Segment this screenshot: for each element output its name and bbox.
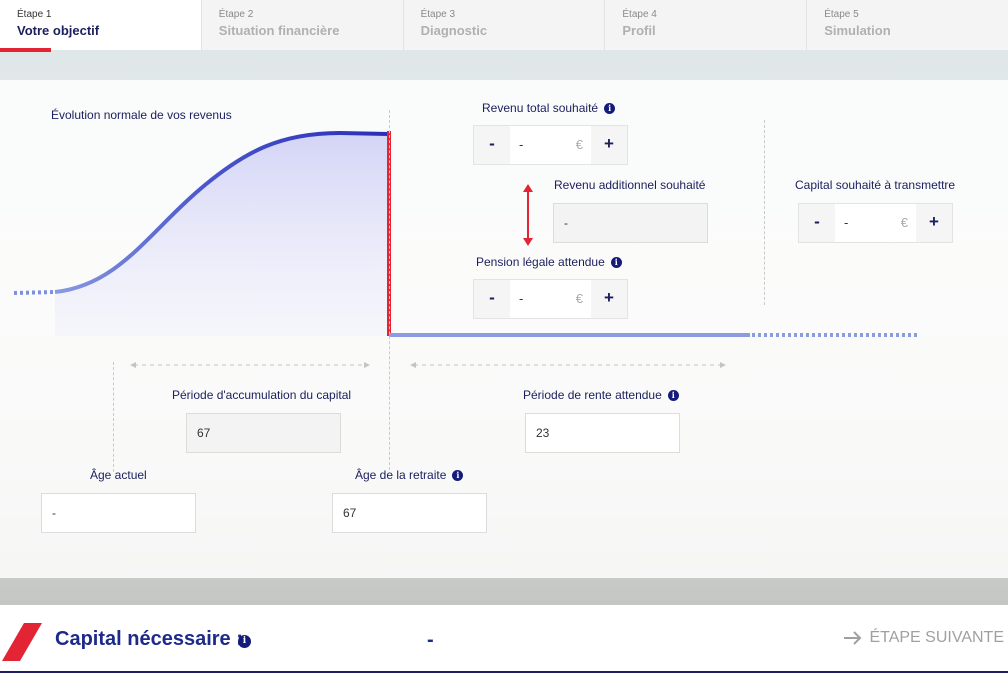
step-number: Étape 2	[218, 9, 254, 20]
bottom-bar: Capital nécessaire : i - ÉTAPE SUIVANTE	[0, 605, 1008, 673]
accumulation-field: 67	[186, 413, 341, 453]
capital-transmettre-input[interactable]: - €	[835, 204, 916, 242]
pension-input[interactable]: - €	[510, 280, 591, 318]
step-number: Étape 4	[622, 9, 657, 20]
revenu-total-text: Revenu total souhaité	[482, 101, 599, 115]
step-name: Votre objectif	[17, 23, 100, 38]
age-retraite-label: Âge de la retraite i	[355, 468, 464, 482]
revenu-total-value: -	[519, 137, 524, 152]
pension-label: Pension légale attendue i	[476, 255, 622, 269]
step-name: Situation financière	[218, 23, 340, 38]
info-icon[interactable]: i	[667, 390, 679, 401]
step-number: Étape 5	[824, 9, 859, 20]
revenu-total-stepper: - - € +	[473, 125, 628, 165]
info-icon[interactable]: i	[452, 470, 464, 481]
tab-etape-1[interactable]: Étape 1 Votre objectif	[0, 0, 202, 52]
divider	[113, 362, 114, 472]
revenu-additionnel-label: Revenu additionnel souhaité	[554, 178, 706, 192]
capital-transmettre-plus-button[interactable]: +	[916, 204, 952, 242]
capital-transmettre-stepper: - - € +	[798, 203, 953, 243]
divider	[764, 120, 765, 305]
pension-text: Pension légale attendue	[476, 255, 605, 269]
tab-etape-3[interactable]: Étape 3 Diagnostic	[403, 0, 606, 50]
capital-transmettre-minus-button[interactable]: -	[799, 204, 835, 242]
revenu-total-plus-button[interactable]: +	[591, 126, 627, 164]
step-number: Étape 1	[17, 9, 52, 20]
euro-icon: €	[575, 291, 583, 306]
capital-transmettre-label: Capital souhaité à transmettre	[795, 178, 956, 192]
rente-input[interactable]: 23	[525, 413, 680, 453]
double-arrow-icon	[523, 184, 533, 246]
tab-etape-5[interactable]: Étape 5 Simulation	[807, 0, 1008, 50]
age-retraite-text: Âge de la retraite	[355, 468, 447, 482]
info-icon[interactable]: i	[610, 257, 622, 268]
accumulation-label: Période d'accumulation du capital	[172, 388, 352, 402]
capital-necessaire-value: -	[427, 629, 434, 651]
capital-necessaire-label: Capital nécessaire :	[55, 628, 243, 650]
arrow-right-icon	[844, 631, 862, 645]
brand-slash-icon	[2, 623, 42, 661]
age-retraite-input[interactable]: 67	[332, 493, 487, 533]
curve-fill	[55, 133, 389, 336]
age-actuel-label: Âge actuel	[90, 468, 147, 482]
step-name: Simulation	[824, 23, 891, 38]
pension-plus-button[interactable]: +	[591, 280, 627, 318]
rente-text: Période de rente attendue	[523, 388, 662, 402]
pension-value: -	[519, 291, 524, 306]
step-number: Étape 3	[420, 9, 456, 20]
revenu-total-minus-button[interactable]: -	[474, 126, 510, 164]
euro-icon: €	[900, 215, 908, 230]
next-step-label: ÉTAPE SUIVANTE	[869, 629, 1004, 646]
info-icon[interactable]: i	[604, 103, 616, 114]
tab-etape-2[interactable]: Étape 2 Situation financière	[201, 0, 404, 50]
step-name: Diagnostic	[420, 23, 488, 38]
chart-title: Évolution normale de vos revenus	[51, 108, 232, 122]
age-actuel-input[interactable]: -	[41, 493, 196, 533]
revenu-total-input[interactable]: - €	[510, 126, 591, 164]
revenu-additionnel-field: -	[553, 203, 708, 243]
steps-bar: Étape 1 Votre objectif Étape 2 Situation…	[0, 0, 1008, 52]
euro-icon: €	[575, 137, 583, 152]
pension-stepper: - - € +	[473, 279, 628, 319]
tab-etape-4[interactable]: Étape 4 Profil	[605, 0, 808, 50]
revenu-total-label: Revenu total souhaité i	[482, 101, 616, 115]
pension-minus-button[interactable]: -	[474, 280, 510, 318]
objective-panel: Évolution normale de vos revenus Revenu …	[0, 80, 1008, 578]
info-icon[interactable]: i	[238, 635, 251, 648]
rente-label: Période de rente attendue i	[523, 388, 679, 402]
divider	[389, 110, 390, 470]
curve-dotted-start	[13, 290, 56, 295]
next-step-button[interactable]: ÉTAPE SUIVANTE	[843, 629, 1004, 647]
capital-transmettre-value: -	[844, 215, 849, 230]
step-name: Profil	[622, 23, 656, 38]
